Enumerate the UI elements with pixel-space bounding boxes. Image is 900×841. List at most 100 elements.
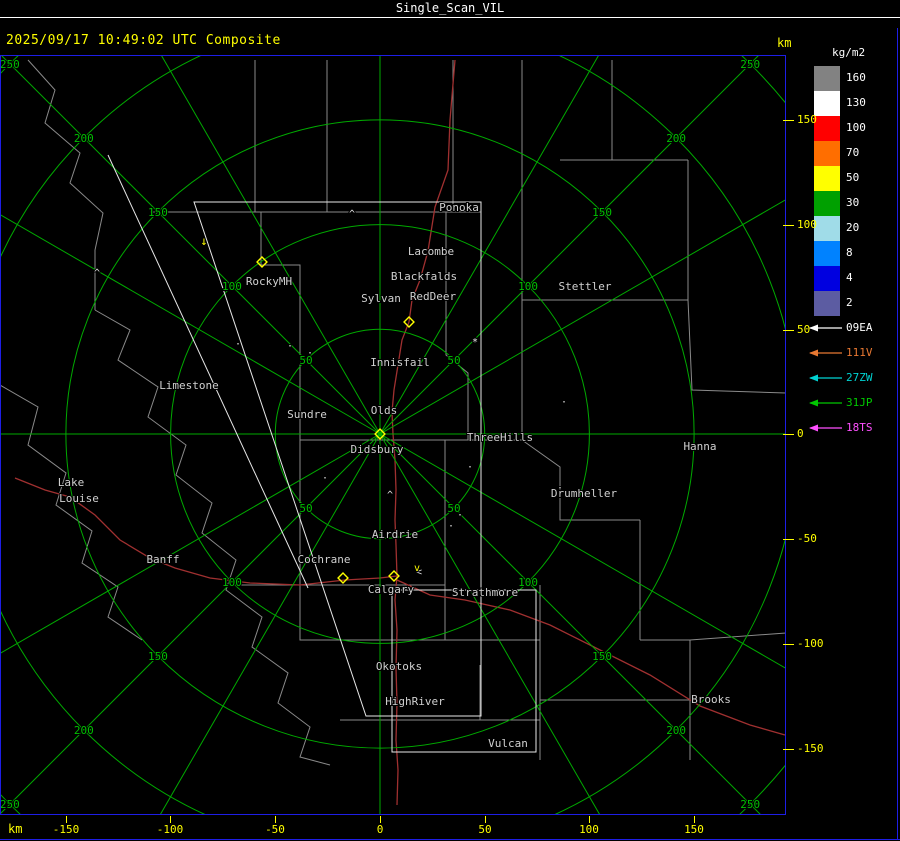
y-axis-unit-label: km bbox=[777, 36, 792, 50]
station-arrow-icon bbox=[809, 374, 842, 382]
radar-map[interactable]: 5050505010010010010015015015015020020020… bbox=[0, 55, 786, 815]
color-scale-value: 130 bbox=[846, 96, 866, 109]
station-arrow-icon bbox=[809, 324, 842, 332]
range-label: 50 bbox=[299, 502, 312, 515]
color-scale-swatch bbox=[814, 116, 840, 141]
county-boundary-line bbox=[0, 384, 143, 641]
range-label: 250 bbox=[0, 58, 20, 71]
minor-marker: · bbox=[307, 348, 313, 359]
color-scale-value: 8 bbox=[846, 246, 853, 259]
city-label: Okotoks bbox=[376, 660, 422, 673]
city-label: Vulcan bbox=[488, 737, 528, 750]
x-axis-tick bbox=[380, 816, 381, 823]
azimuth-line bbox=[0, 433, 381, 815]
minor-marker: ^ bbox=[349, 209, 355, 220]
city-label: Banff bbox=[146, 553, 179, 566]
station-arrow-icon bbox=[809, 399, 842, 407]
city-label: Cochrane bbox=[298, 553, 351, 566]
y-axis-tick-label: 50 bbox=[797, 323, 811, 336]
range-label: 200 bbox=[74, 132, 94, 145]
city-label: Sylvan bbox=[361, 292, 401, 305]
minor-marker: * bbox=[472, 337, 478, 348]
storm-marker-diamond bbox=[337, 572, 349, 584]
color-scale-value: 30 bbox=[846, 196, 860, 209]
radar-app-window: Single_Scan_VIL 2025/09/17 10:49:02 UTC … bbox=[0, 0, 900, 841]
city-label: Lake bbox=[58, 476, 85, 489]
color-scale-swatch bbox=[814, 291, 840, 316]
station-id-label: 18TS bbox=[846, 421, 873, 434]
highway-line bbox=[391, 59, 456, 806]
color-scale-swatch bbox=[814, 166, 840, 191]
x-axis-tick bbox=[485, 816, 486, 823]
x-axis-tick-label: 50 bbox=[478, 823, 492, 836]
station-arrow-icon bbox=[809, 424, 842, 432]
color-scale-swatch bbox=[814, 91, 840, 116]
city-label: HighRiver bbox=[385, 695, 445, 708]
color-scale-swatch bbox=[814, 241, 840, 266]
station-id-label: 111V bbox=[846, 346, 873, 359]
range-label: 100 bbox=[222, 280, 242, 293]
minor-marker: ^ bbox=[94, 268, 100, 279]
x-axis-tick-label: 150 bbox=[684, 823, 704, 836]
city-label: Didsbury bbox=[351, 443, 404, 456]
y-axis-tick bbox=[783, 120, 794, 121]
minor-marker: · bbox=[467, 462, 473, 473]
city-label: ThreeHills bbox=[467, 431, 533, 444]
highways bbox=[14, 59, 786, 806]
range-label: 150 bbox=[148, 650, 168, 663]
color-scale-swatch bbox=[814, 191, 840, 216]
color-scale-value: 2 bbox=[846, 296, 853, 309]
range-label: 250 bbox=[0, 798, 20, 811]
y-axis-tick-label: 0 bbox=[797, 427, 804, 440]
color-scale-value: 50 bbox=[846, 171, 860, 184]
city-label: RockyMH bbox=[246, 275, 292, 288]
x-axis-tick bbox=[66, 816, 67, 823]
color-scale-value: 100 bbox=[846, 121, 866, 134]
station-id-label: 31JP bbox=[846, 396, 873, 409]
x-axis-tick-label: 100 bbox=[579, 823, 599, 836]
x-axis-tick-label: -150 bbox=[52, 823, 80, 836]
x-axis-tick bbox=[694, 816, 695, 823]
color-scale-value: 160 bbox=[846, 71, 866, 84]
county-boundary-line bbox=[521, 439, 640, 521]
y-axis-tick-label: 100 bbox=[797, 218, 817, 231]
highway-line bbox=[396, 579, 786, 736]
frame-line-bottom bbox=[0, 839, 900, 840]
range-label: 200 bbox=[74, 724, 94, 737]
color-scale-swatch bbox=[814, 141, 840, 166]
y-axis-tick-label: 150 bbox=[797, 113, 817, 126]
window-title: Single_Scan_VIL bbox=[395, 1, 505, 15]
station-id-label: 27ZW bbox=[846, 371, 873, 384]
x-axis-unit-label: km bbox=[8, 822, 23, 836]
city-label: Ponoka bbox=[439, 201, 479, 214]
city-label: Limestone bbox=[159, 379, 219, 392]
range-label: 150 bbox=[592, 206, 612, 219]
city-label: Stettler bbox=[559, 280, 612, 293]
frame-line-right bbox=[897, 28, 898, 840]
city-label: RedDeer bbox=[410, 290, 457, 303]
y-axis-tick bbox=[783, 539, 794, 540]
x-axis-tick-label: 0 bbox=[376, 823, 384, 836]
minor-marker: · bbox=[235, 339, 241, 350]
x-axis-tick bbox=[589, 816, 590, 823]
city-label: Lacombe bbox=[408, 245, 454, 258]
range-label: 250 bbox=[740, 798, 760, 811]
county-boundary-line bbox=[687, 299, 786, 394]
y-axis-tick-label: -50 bbox=[797, 532, 817, 545]
color-scale-swatch bbox=[814, 266, 840, 291]
range-label: 150 bbox=[592, 650, 612, 663]
y-axis-tick-label: -100 bbox=[797, 637, 824, 650]
range-label: 100 bbox=[518, 280, 538, 293]
city-label: Olds bbox=[371, 404, 398, 417]
city-labels: Ponoka Lacombe Blackfalds Sylvan RedDeer Rock… bbox=[57, 200, 732, 751]
coverage-outlines bbox=[107, 154, 537, 753]
azimuth-line bbox=[159, 433, 381, 815]
color-scale-value: 20 bbox=[846, 221, 860, 234]
storm-marker-tick: v bbox=[414, 563, 420, 574]
x-axis-tick-label: -100 bbox=[156, 823, 184, 836]
x-axis-tick-label: -50 bbox=[265, 823, 285, 836]
y-axis-tick bbox=[783, 749, 794, 750]
range-label: 100 bbox=[518, 576, 538, 589]
storm-motion-arrow: ↓ bbox=[200, 234, 207, 248]
minor-marker: · bbox=[561, 397, 567, 408]
